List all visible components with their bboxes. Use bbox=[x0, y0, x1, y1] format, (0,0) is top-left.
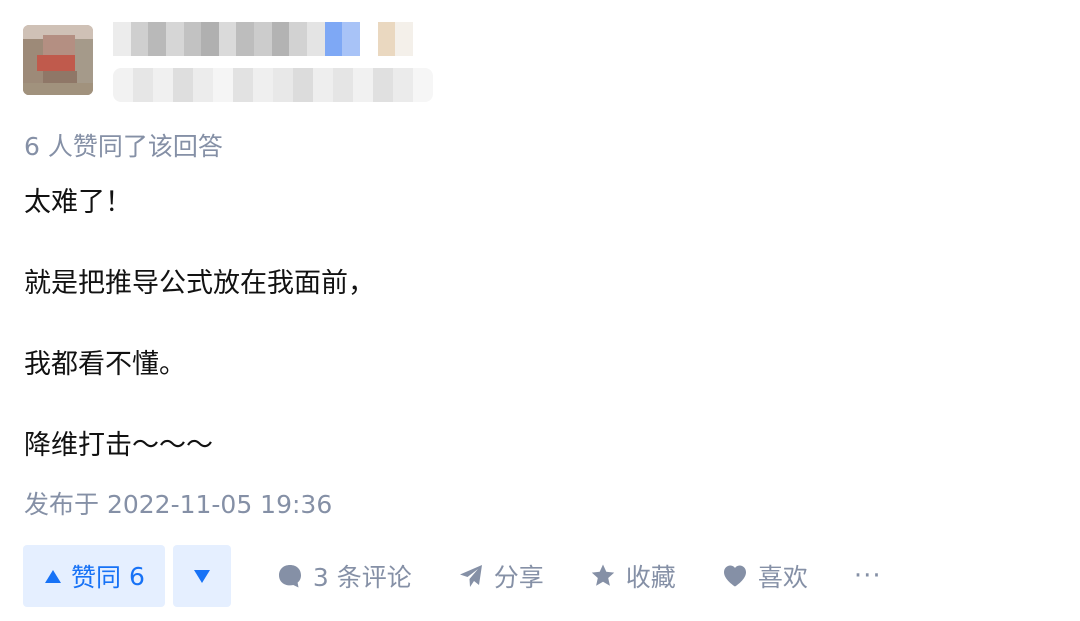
vote-up-button[interactable]: 赞同 6 bbox=[23, 545, 165, 607]
vote-down-button[interactable] bbox=[172, 545, 231, 607]
answer-paragraph: 就是把推导公式放在我面前， bbox=[24, 268, 375, 299]
author-bio bbox=[113, 68, 433, 102]
paper-plane-icon bbox=[459, 565, 482, 587]
triangle-down-icon bbox=[193, 569, 210, 583]
vote-up-count: 6 bbox=[129, 561, 145, 591]
heart-icon bbox=[723, 565, 746, 587]
collect-label: 收藏 bbox=[625, 563, 676, 592]
share-button[interactable]: 分享 bbox=[458, 545, 544, 607]
comment-icon bbox=[278, 565, 301, 588]
answer-content: 太难了！ 就是把推导公式放在我面前， 我都看不懂。 降维打击～～～ bbox=[24, 185, 1024, 464]
avatar[interactable] bbox=[23, 25, 93, 95]
more-button[interactable]: ··· bbox=[854, 545, 882, 607]
share-label: 分享 bbox=[493, 563, 544, 592]
vote-summary: 6 人赞同了该回答 bbox=[24, 132, 223, 161]
answer-paragraph: 降维打击～～～ bbox=[24, 430, 213, 461]
like-label: 喜欢 bbox=[757, 563, 808, 592]
collect-button[interactable]: 收藏 bbox=[590, 545, 676, 607]
triangle-up-icon bbox=[45, 569, 61, 583]
comment-button[interactable]: 3 条评论 bbox=[277, 545, 412, 607]
comment-label: 3 条评论 bbox=[312, 563, 412, 592]
more-icon: ··· bbox=[853, 561, 882, 591]
author-name[interactable] bbox=[113, 22, 413, 56]
answer-paragraph: 太难了！ bbox=[24, 187, 132, 218]
action-bar: 赞同 6 3 条评论 分享 收藏 喜欢 ··· bbox=[23, 545, 1063, 607]
star-icon bbox=[591, 564, 614, 586]
answer-paragraph: 我都看不懂。 bbox=[24, 349, 186, 380]
author-info bbox=[23, 22, 543, 102]
like-button[interactable]: 喜欢 bbox=[722, 545, 808, 607]
vote-up-label: 赞同 bbox=[71, 563, 122, 592]
publish-time[interactable]: 发布于 2022-11-05 19:36 bbox=[24, 488, 332, 522]
